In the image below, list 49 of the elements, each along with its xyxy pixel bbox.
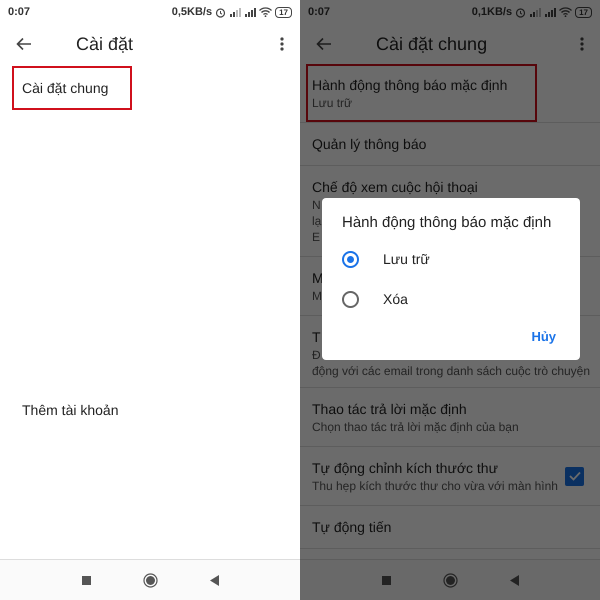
wifi-icon bbox=[259, 7, 272, 17]
checkbox[interactable] bbox=[565, 466, 584, 486]
alarm-icon bbox=[215, 6, 226, 18]
network-speed: 0,1KB/s bbox=[472, 6, 512, 18]
setting-description: Lưu trữ bbox=[312, 95, 352, 111]
cancel-button[interactable]: Hủy bbox=[523, 325, 564, 348]
setting-title: Tự động tiến bbox=[312, 518, 392, 537]
status-time: 0:07 bbox=[8, 6, 30, 18]
back-icon[interactable] bbox=[210, 574, 218, 586]
setting-text[interactable]: Thao tác trả lời mặc định Chọn thao tác trả lời mặc định của bạn bbox=[306, 388, 590, 446]
radio-button[interactable] bbox=[342, 250, 359, 268]
battery-indicator: 17 bbox=[275, 6, 292, 18]
alarm-icon bbox=[515, 6, 526, 18]
status-time: 0:07 bbox=[308, 6, 330, 18]
signal-icon bbox=[244, 7, 256, 17]
setting-text[interactable]: Tự động chỉnh kích thước thư Thu hẹp kích thước thư cho vừa với màn hình bbox=[306, 447, 565, 505]
setting-title: T bbox=[312, 328, 321, 347]
battery-indicator: 17 bbox=[575, 6, 592, 18]
toolbar-title: Cài đặt bbox=[76, 34, 134, 54]
toolbar-title: Cài đặt chung bbox=[376, 34, 488, 54]
home-icon[interactable] bbox=[142, 572, 158, 588]
highlighted-setting[interactable]: Hành động thông báo mặc định Lưu trữ bbox=[306, 64, 538, 122]
option-label[interactable]: Lưu trữ bbox=[383, 251, 430, 267]
back-icon[interactable] bbox=[510, 574, 518, 586]
recent-apps-icon[interactable] bbox=[82, 576, 90, 584]
network-speed: 0,5KB/s bbox=[172, 6, 212, 18]
back-arrow-icon[interactable] bbox=[16, 37, 32, 51]
setting-description: Thu hẹp kích thước thư cho vừa với màn hình bbox=[312, 478, 558, 494]
signal-icon bbox=[529, 7, 542, 17]
home-icon[interactable] bbox=[442, 572, 458, 588]
recent-apps-icon[interactable] bbox=[382, 576, 390, 584]
check-icon bbox=[568, 471, 580, 481]
setting-description: Chọn thao tác trả lời mặc định của bạn bbox=[312, 419, 519, 435]
wifi-icon bbox=[559, 7, 572, 17]
setting-title: Tự động chỉnh kích thước thư bbox=[312, 459, 498, 478]
setting-title: Quản lý thông báo bbox=[312, 135, 426, 154]
setting-title: Hành động thông báo mặc định bbox=[312, 76, 508, 95]
signal-icon bbox=[544, 7, 556, 17]
setting-text[interactable]: Quản lý thông báo bbox=[306, 123, 590, 165]
option-label[interactable]: Xóa bbox=[383, 291, 408, 307]
more-options-icon[interactable] bbox=[280, 37, 284, 51]
setting-description: M bbox=[312, 288, 322, 304]
settings-item[interactable]: Thêm tài khoản bbox=[12, 388, 128, 432]
radio-button[interactable] bbox=[342, 290, 359, 308]
setting-text[interactable]: Tự động tiến bbox=[306, 506, 590, 548]
settings-item[interactable]: Cài đặt chung bbox=[12, 66, 132, 110]
signal-icon bbox=[229, 7, 242, 17]
dialog-title: Hành động thông báo mặc định bbox=[342, 214, 552, 231]
setting-title: Thao tác trả lời mặc định bbox=[312, 400, 467, 419]
